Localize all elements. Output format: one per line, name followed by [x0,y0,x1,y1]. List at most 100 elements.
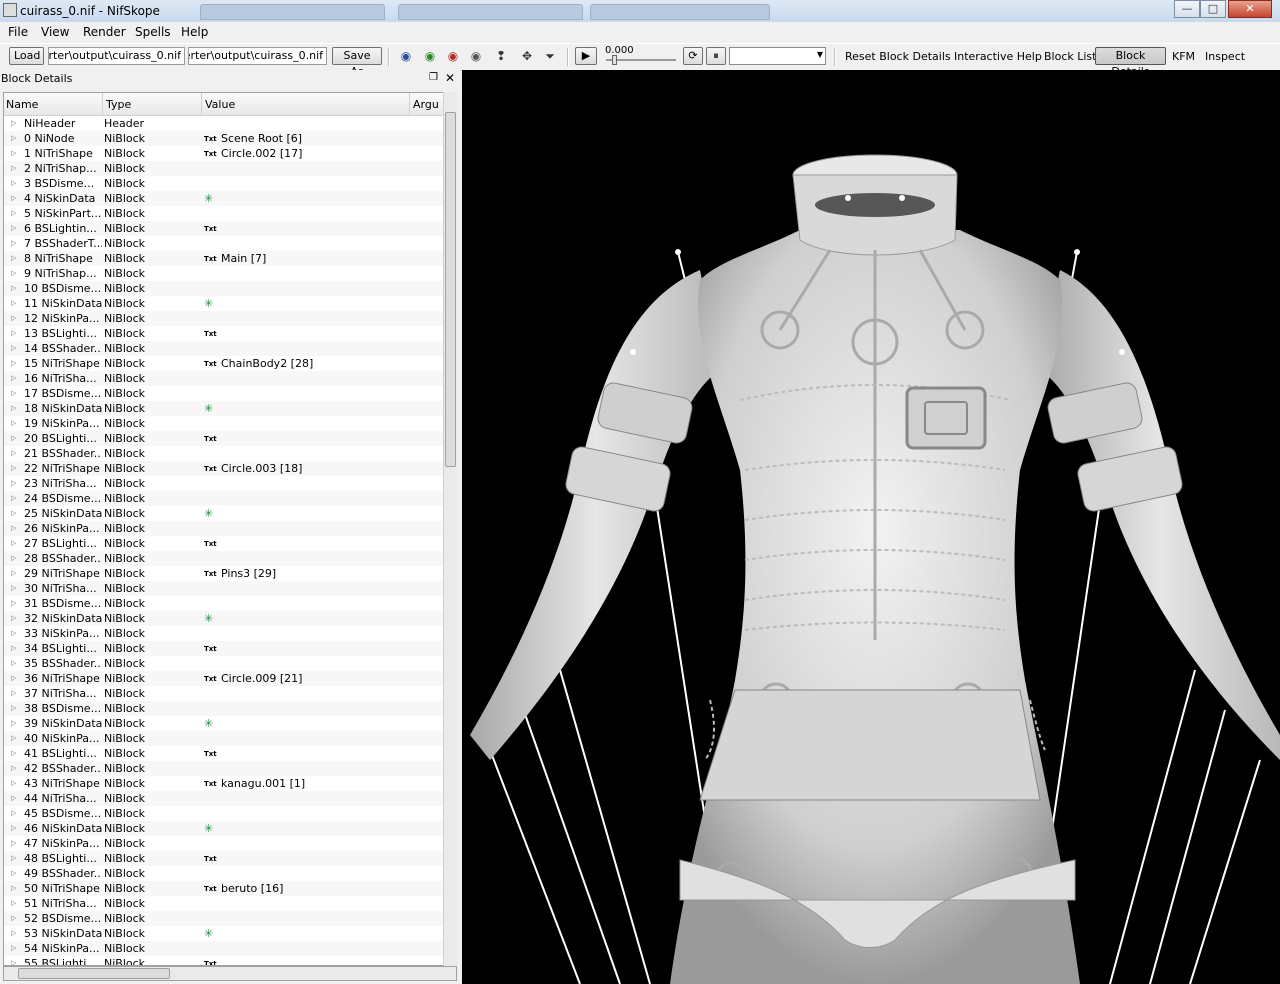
expand-arrow-icon[interactable]: ▷ [11,686,16,701]
expand-arrow-icon[interactable]: ▷ [11,431,16,446]
table-row[interactable]: ▷ 23 NiTriSha... NiBlock [4,476,444,491]
table-row[interactable]: ▷ 1 NiTriShape NiBlock Txt Circle.002 [17] [4,146,444,161]
table-row[interactable]: ▷ NiHeader Header [4,116,444,131]
expand-arrow-icon[interactable]: ▷ [11,746,16,761]
table-row[interactable]: ▷ 31 BSDisme... NiBlock [4,596,444,611]
table-row[interactable]: ▷ 50 NiTriShape NiBlock Txt beruto [16] [4,881,444,896]
expand-arrow-icon[interactable]: ▷ [11,221,16,236]
table-row[interactable]: ▷ 42 BSShader... NiBlock [4,761,444,776]
expand-arrow-icon[interactable]: ▷ [11,821,16,836]
expand-arrow-icon[interactable]: ▷ [11,341,16,356]
expand-arrow-icon[interactable]: ▷ [11,926,16,941]
table-row[interactable]: ▷ 40 NiSkinPa... NiBlock [4,731,444,746]
view-mode-eye-icon[interactable]: ◉ [399,50,413,62]
table-row[interactable]: ▷ 49 BSShader... NiBlock [4,866,444,881]
vertical-scroll-thumb[interactable] [445,112,456,467]
expand-arrow-icon[interactable]: ▷ [11,476,16,491]
expand-arrow-icon[interactable]: ▷ [11,356,16,371]
table-row[interactable]: ▷ 45 BSDisme... NiBlock [4,806,444,821]
expand-arrow-icon[interactable]: ▷ [11,206,16,221]
view-dropdown-icon[interactable]: ⏷ [543,50,557,62]
table-row[interactable]: ▷ 0 NiNode NiBlock Txt Scene Root [6] [4,131,444,146]
expand-arrow-icon[interactable]: ▷ [11,791,16,806]
expand-arrow-icon[interactable]: ▷ [11,521,16,536]
expand-arrow-icon[interactable]: ▷ [11,776,16,791]
walk-mode-icon[interactable]: ❢ [494,50,508,62]
expand-arrow-icon[interactable]: ▷ [11,446,16,461]
expand-arrow-icon[interactable]: ▷ [11,161,16,176]
column-header-name[interactable]: Name [6,98,38,111]
expand-arrow-icon[interactable]: ▷ [11,896,16,911]
expand-arrow-icon[interactable]: ▷ [11,701,16,716]
table-row[interactable]: ▷ 21 BSShader... NiBlock [4,446,444,461]
expand-arrow-icon[interactable]: ▷ [11,491,16,506]
expand-arrow-icon[interactable]: ▷ [11,236,16,251]
table-row[interactable]: ▷ 10 BSDisme... NiBlock [4,281,444,296]
expand-arrow-icon[interactable]: ▷ [11,731,16,746]
load-path-field[interactable]: C:\converter\output\cuirass_0.nif [48,47,185,65]
column-header-type[interactable]: Type [106,98,131,111]
table-row[interactable]: ▷ 18 NiSkinData NiBlock ✳ [4,401,444,416]
expand-arrow-icon[interactable]: ▷ [11,191,16,206]
expand-arrow-icon[interactable]: ▷ [11,386,16,401]
view-mode-eye-gray-icon[interactable]: ◉ [469,50,483,62]
menu-help[interactable]: Help [181,25,208,39]
time-slider-handle[interactable] [612,55,617,65]
close-panel-icon[interactable]: ✕ [445,71,455,85]
expand-arrow-icon[interactable]: ▷ [11,806,16,821]
expand-arrow-icon[interactable]: ▷ [11,116,16,131]
expand-arrow-icon[interactable]: ▷ [11,146,16,161]
animation-select[interactable]: ▼ [729,47,826,65]
kfm-button[interactable]: KFM [1172,50,1195,63]
table-row[interactable]: ▷ 30 NiTriSha... NiBlock [4,581,444,596]
expand-arrow-icon[interactable]: ▷ [11,626,16,641]
table-row[interactable]: ▷ 52 BSDisme... NiBlock [4,911,444,926]
save-path-field[interactable]: C:\converter\output\cuirass_0.nif [188,47,327,65]
block-tree[interactable]: Name Type Value Argu ▷ NiHeader Header ▷ 0 N… [3,92,457,966]
expand-arrow-icon[interactable]: ▷ [11,266,16,281]
expand-arrow-icon[interactable]: ▷ [11,371,16,386]
table-row[interactable]: ▷ 9 NiTriShap... NiBlock [4,266,444,281]
inspect-button[interactable]: Inspect [1205,50,1245,63]
table-row[interactable]: ▷ 43 NiTriShape NiBlock Txt kanagu.001 [1] [4,776,444,791]
expand-arrow-icon[interactable]: ▷ [11,281,16,296]
column-header-value[interactable]: Value [205,98,235,111]
table-row[interactable]: ▷ 11 NiSkinData NiBlock ✳ [4,296,444,311]
expand-arrow-icon[interactable]: ▷ [11,536,16,551]
background-window-tab-2[interactable] [398,4,583,20]
table-row[interactable]: ▷ 34 BSLighti... NiBlock Txt [4,641,444,656]
table-row[interactable]: ▷ 28 BSShader... NiBlock [4,551,444,566]
maximize-button[interactable]: □ [1200,0,1226,18]
expand-arrow-icon[interactable]: ▷ [11,506,16,521]
expand-arrow-icon[interactable]: ▷ [11,641,16,656]
expand-arrow-icon[interactable]: ▷ [11,326,16,341]
table-row[interactable]: ▷ 19 NiSkinPa... NiBlock [4,416,444,431]
background-window-tab-3[interactable] [590,4,770,20]
expand-arrow-icon[interactable]: ▷ [11,761,16,776]
table-row[interactable]: ▷ 2 NiTriShap... NiBlock [4,161,444,176]
table-row[interactable]: ▷ 17 BSDisme... NiBlock [4,386,444,401]
table-row[interactable]: ▷ 15 NiTriShape NiBlock Txt ChainBody2 [28] [4,356,444,371]
table-row[interactable]: ▷ 20 BSLighti... NiBlock Txt [4,431,444,446]
menu-file[interactable]: File [8,25,28,39]
background-window-tab-1[interactable] [200,4,385,20]
table-row[interactable]: ▷ 36 NiTriShape NiBlock Txt Circle.009 [21] [4,671,444,686]
expand-arrow-icon[interactable]: ▷ [11,851,16,866]
expand-arrow-icon[interactable]: ▷ [11,176,16,191]
view-mode-eye-green-icon[interactable]: ◉ [423,50,437,62]
play-animation-button[interactable]: ▶ [575,47,597,65]
table-row[interactable]: ▷ 14 BSShader... NiBlock [4,341,444,356]
expand-arrow-icon[interactable]: ▷ [11,401,16,416]
expand-arrow-icon[interactable]: ▷ [11,311,16,326]
table-row[interactable]: ▷ 12 NiSkinPa... NiBlock [4,311,444,326]
view-mode-eye-red-icon[interactable]: ◉ [446,50,460,62]
float-panel-icon[interactable]: ❐ [429,72,438,83]
table-row[interactable]: ▷ 16 NiTriSha... NiBlock [4,371,444,386]
table-row[interactable]: ▷ 39 NiSkinData NiBlock ✳ [4,716,444,731]
table-row[interactable]: ▷ 47 NiSkinPa... NiBlock [4,836,444,851]
expand-arrow-icon[interactable]: ▷ [11,881,16,896]
horizontal-scroll-thumb[interactable] [18,968,170,979]
table-row[interactable]: ▷ 41 BSLighti... NiBlock Txt [4,746,444,761]
expand-arrow-icon[interactable]: ▷ [11,461,16,476]
table-row[interactable]: ▷ 8 NiTriShape NiBlock Txt Main [7] [4,251,444,266]
